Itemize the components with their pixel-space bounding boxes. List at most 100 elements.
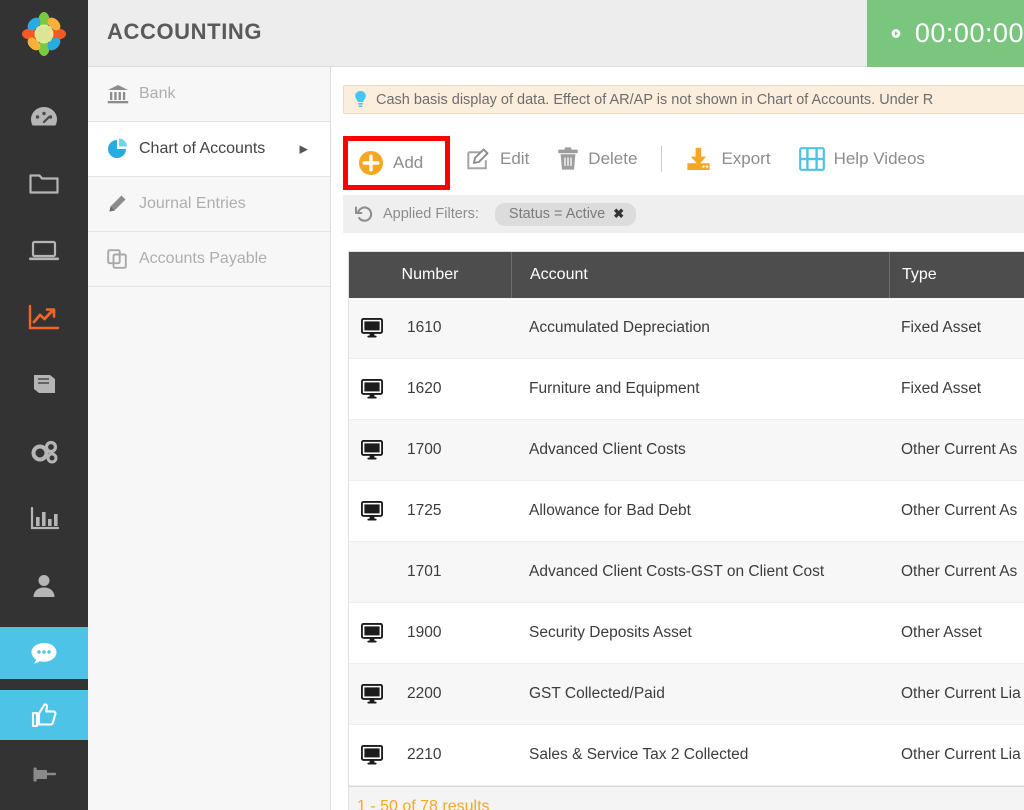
cell-type: Other Current Lia (901, 746, 1021, 763)
cell-type: Fixed Asset (901, 319, 982, 336)
bar-chart-icon (30, 506, 60, 529)
sidebar-item-journal-entries[interactable]: Journal Entries (88, 177, 330, 232)
rail-item-documents[interactable] (0, 150, 88, 217)
bank-icon (107, 84, 139, 104)
edit-pencil-square-icon (467, 148, 489, 170)
add-button-highlight[interactable]: Add (343, 136, 450, 190)
rail-item-accounting[interactable] (0, 284, 88, 351)
account-number: 1900 (407, 624, 442, 641)
monitor-screen-icon (361, 379, 387, 399)
applied-filters-bar: Applied Filters: Status = Active ✖ (343, 195, 1024, 233)
column-header-type[interactable]: Type (889, 252, 1024, 298)
film-strip-icon (798, 147, 825, 171)
account-number: 1610 (407, 319, 442, 336)
rail-item-reports[interactable] (0, 485, 88, 552)
cash-basis-notice: Cash basis display of data. Effect of AR… (343, 85, 1024, 114)
table-row[interactable]: 1610 Accumulated Depreciation Fixed Asset (349, 298, 1024, 359)
help-videos-button[interactable]: Help Videos (785, 137, 939, 181)
rail-item-chat[interactable] (0, 627, 88, 679)
edit-button[interactable]: Edit (453, 137, 543, 181)
page-title: ACCOUNTING (107, 19, 263, 44)
cell-type: Fixed Asset (901, 380, 982, 397)
app-logo[interactable] (0, 0, 88, 67)
cell-number: 1700 (349, 440, 511, 460)
monitor-screen-icon (361, 501, 383, 521)
table-header-row: Number Account Type (349, 252, 1024, 298)
sidebar-item-chart-of-accounts[interactable]: Chart of Accounts ▶ (88, 122, 330, 177)
pencil-icon (107, 194, 139, 214)
cell-account: Advanced Client Costs-GST on Client Cost (529, 563, 825, 580)
column-header-number[interactable]: Number (349, 252, 511, 298)
sidebar-item-label: Journal Entries (139, 195, 246, 212)
export-label: Export (721, 149, 771, 168)
rail-divider (0, 679, 88, 690)
table-row[interactable]: 1701 Advanced Client Costs-GST on Client … (349, 542, 1024, 603)
table-row[interactable]: 2200 GST Collected/Paid Other Current Lia (349, 664, 1024, 725)
app-root: ACCOUNTING 00:00:00 Bank Chart of Accoun… (0, 0, 1024, 810)
undo-arrow-icon[interactable] (355, 205, 373, 223)
cell-account: Allowance for Bad Debt (529, 502, 691, 519)
table-row[interactable]: 1900 Security Deposits Asset Other Asset (349, 603, 1024, 664)
rail-item-pin[interactable] (0, 740, 88, 810)
rail-bottom-group (0, 627, 88, 810)
table-row[interactable]: 1700 Advanced Client Costs Other Current A… (349, 420, 1024, 481)
export-button[interactable]: Export (672, 137, 784, 181)
pie-chart-icon (107, 138, 139, 160)
person-icon (33, 574, 55, 597)
primary-nav-rail (0, 0, 88, 810)
rail-item-devices[interactable] (0, 217, 88, 284)
monitor-screen-icon (361, 318, 387, 338)
delete-button[interactable]: Delete (543, 137, 651, 181)
sidebar-item-label: Accounts Payable (139, 250, 268, 267)
monitor-screen-icon (361, 684, 383, 704)
account-number: 1725 (407, 502, 442, 519)
page-header: ACCOUNTING 00:00:00 (88, 0, 1024, 67)
edit-label: Edit (500, 149, 530, 168)
copy-icon (107, 249, 139, 269)
cell-account: Security Deposits Asset (529, 624, 692, 641)
rail-item-library[interactable] (0, 351, 88, 418)
play-circle-icon (891, 29, 901, 38)
monitor-screen-icon (361, 440, 383, 460)
monitor-screen-icon (361, 318, 383, 338)
sidebar-item-bank[interactable]: Bank (88, 67, 330, 122)
monitor-screen-icon (361, 745, 387, 765)
thumbs-up-icon (31, 703, 57, 728)
time-tracker-widget[interactable]: 00:00:00 (867, 0, 1024, 67)
cell-type: Other Asset (901, 624, 982, 641)
notice-text: Cash basis display of data. Effect of AR… (376, 91, 934, 108)
cell-account: Advanced Client Costs (529, 441, 686, 458)
table-row[interactable]: 2210 Sales & Service Tax 2 Collected Other… (349, 725, 1024, 786)
toolbar-divider (661, 146, 663, 172)
cell-account: Sales & Service Tax 2 Collected (529, 746, 749, 763)
table-row[interactable]: 1725 Allowance for Bad Debt Other Current … (349, 481, 1024, 542)
account-number: 2200 (407, 685, 442, 702)
close-x-icon[interactable]: ✖ (613, 206, 624, 222)
rail-item-contacts[interactable] (0, 552, 88, 619)
pin-icon (33, 767, 57, 782)
results-count: 1 - 50 of 78 results (349, 786, 1024, 810)
monitor-screen-icon (361, 623, 383, 643)
cell-account: GST Collected/Paid (529, 685, 665, 702)
column-header-account[interactable]: Account (511, 252, 889, 298)
cell-number: 1701 (349, 563, 511, 581)
rail-item-settings[interactable] (0, 418, 88, 485)
table-row[interactable]: 1620 Furniture and Equipment Fixed Asset (349, 359, 1024, 420)
filter-chip-text: Status = Active (508, 205, 606, 222)
filter-chip-status[interactable]: Status = Active ✖ (494, 202, 637, 226)
account-number: 1701 (407, 563, 442, 580)
cell-number: 2200 (349, 684, 511, 704)
table-body: 1610 Accumulated Depreciation Fixed Asset 1… (349, 298, 1024, 786)
monitor-screen-icon (361, 623, 387, 643)
sidebar-item-label: Chart of Accounts (139, 140, 266, 157)
monitor-screen-icon (361, 745, 383, 765)
delete-label: Delete (588, 149, 638, 168)
rail-item-feedback[interactable] (0, 690, 88, 740)
cell-number: 1620 (349, 379, 511, 399)
rail-item-dashboard[interactable] (0, 83, 88, 150)
account-number: 1700 (407, 441, 442, 458)
monitor-screen-icon (361, 501, 387, 521)
monitor-screen-icon (361, 684, 387, 704)
sidebar-item-accounts-payable[interactable]: Accounts Payable (88, 232, 330, 287)
cell-type: Other Current As (901, 502, 1018, 519)
